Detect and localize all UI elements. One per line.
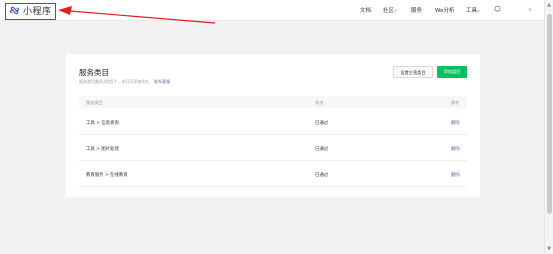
category-limit-note: 服务类目最多添加5个，本月可添加0次。 联系客服 (79, 79, 170, 85)
category-cell: 教育服务 > 在线教育 (86, 173, 128, 178)
table-row: 教育服务 > 在线教育 已通过 删除 (79, 162, 467, 187)
table-row: 工具 > 信息查询 已通过 删除 (79, 110, 467, 135)
delete-link[interactable]: 删除 (451, 146, 460, 152)
delete-link[interactable]: 删除 (451, 120, 460, 126)
service-category-card: 服务类目 服务类目最多添加5个，本月可添加0次。 联系客服 设置主营类目 添加类目… (66, 54, 480, 197)
category-cell: 工具 > 信息查询 (86, 121, 119, 126)
column-header-action: 操作 (451, 100, 460, 105)
contact-support-link[interactable]: 联系客服 (154, 79, 170, 84)
table-row: 工具 > 图片处理 已通过 删除 (79, 136, 467, 161)
scrollbar[interactable]: ▲ ▼ (544, 0, 553, 254)
status-cell: 已通过 (315, 173, 329, 178)
scroll-down-icon[interactable]: ▼ (546, 246, 552, 252)
scroll-up-icon[interactable]: ▲ (546, 2, 552, 8)
column-header-status: 状态 (315, 100, 324, 105)
column-header-category: 服务类目 (86, 100, 103, 105)
page-title: 服务类目 (79, 68, 109, 77)
status-cell: 已通过 (315, 147, 329, 152)
table-header: 服务类目 状态 操作 (79, 96, 467, 108)
add-category-button[interactable]: 添加类目 (437, 66, 467, 78)
category-cell: 工具 > 图片处理 (86, 147, 119, 152)
delete-link[interactable]: 删除 (451, 172, 460, 178)
set-main-category-button[interactable]: 设置主营类目 (393, 66, 433, 78)
category-limit-text: 服务类目最多添加5个，本月可添加0次。 (79, 79, 153, 84)
scrollbar-thumb[interactable] (547, 14, 552, 214)
status-cell: 已通过 (315, 121, 329, 126)
